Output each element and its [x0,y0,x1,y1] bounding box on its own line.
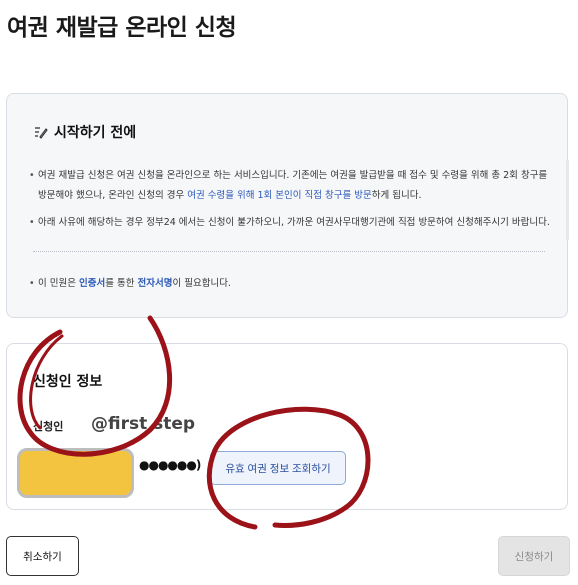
notice-text: 이 민원은 [38,278,79,289]
notice-scrollbar[interactable] [566,160,569,240]
submit-button[interactable]: 신청하기 [498,536,570,576]
notice-bullet-online-service: 여권 재발급 신청은 여권 신청을 온라인으로 하는 서비스입니다. 기존에는 … [27,166,551,206]
notice-highlight: 여권 수령을 위해 1회 본인이 직접 창구를 방문 [187,190,372,201]
notice-scroll-area[interactable]: 여권 재발급 신청은 여권 신청을 온라인으로 하는 서비스입니다. 기존에는 … [7,156,567,238]
cancel-button[interactable]: 취소하기 [6,536,79,576]
notice-bullet-certificate: 이 민원은 인증서를 통한 전자서명이 필요합니다. [27,274,551,294]
applicant-name-label: 신청인 [33,420,64,433]
applicant-info-panel: 신청인 정보 신청인 @first step ●●●●●●) 유효 여권 정보 … [6,343,568,510]
e-signature-text: 전자서명 [137,278,173,289]
notice-bullet-restrictions: 아래 사유에 해당하는 경우 정부24 에서는 신청이 불가하오니, 가까운 여… [27,213,551,233]
masked-resident-number: ●●●●●●) [139,458,201,472]
annotation-text: @first step [91,414,196,434]
divider [33,251,545,252]
notice-header: 시작하기 전에 [34,122,136,142]
checklist-edit-icon [34,125,48,139]
lookup-passport-button[interactable]: 유효 여권 정보 조회하기 [210,451,346,485]
notice-text: 이 필요합니다. [172,278,231,289]
page-title: 여권 재발급 온라인 신청 [7,15,237,41]
applicant-section-title: 신청인 정보 [33,374,103,390]
notice-text: 를 통한 [105,278,138,289]
certificate-text: 인증서 [79,278,106,289]
notice-title: 시작하기 전에 [54,125,137,141]
notice-text: 하게 됩니다. [371,190,422,201]
notice-panel: 시작하기 전에 여권 재발급 신청은 여권 신청을 온라인으로 하는 서비스입니… [6,93,569,318]
redaction-box [17,448,134,498]
